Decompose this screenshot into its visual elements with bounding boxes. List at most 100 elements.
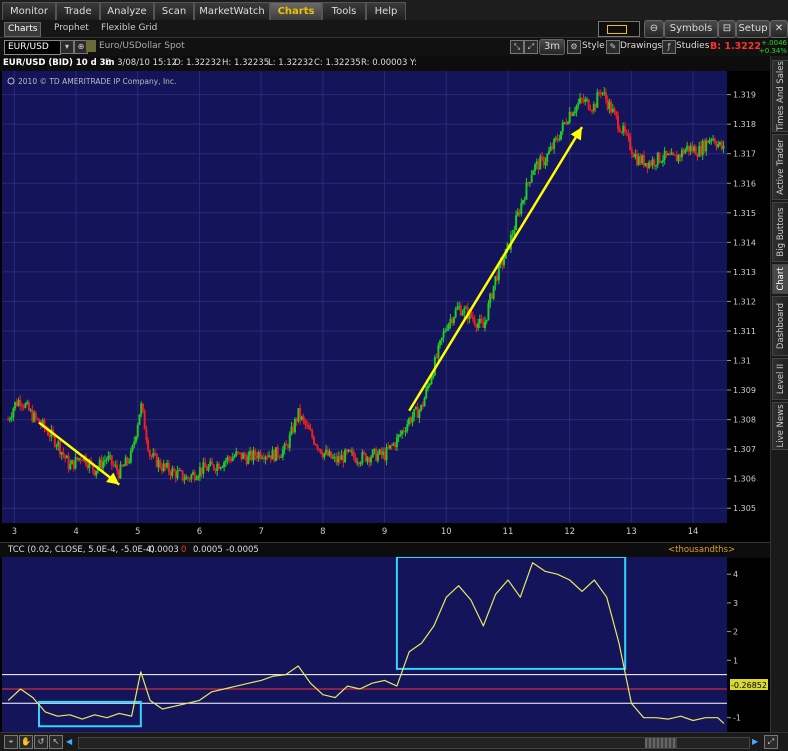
candle-body <box>421 404 424 407</box>
cursor-icon[interactable]: ↖ <box>49 735 63 749</box>
tab-active-trader[interactable]: Active Trader <box>772 134 788 200</box>
candle-body <box>606 99 609 109</box>
candle-body <box>280 456 283 458</box>
candle-body <box>701 140 704 156</box>
candle-body <box>449 318 452 324</box>
candle-body <box>625 132 628 134</box>
subtab-charts[interactable]: Charts <box>4 22 42 37</box>
close-icon[interactable]: ✕ <box>770 20 788 38</box>
candle-body <box>425 388 428 399</box>
candle-body <box>361 452 364 463</box>
menu-tab-analyze[interactable]: Analyze <box>100 2 154 20</box>
timeframe-button[interactable]: 3m <box>539 39 565 55</box>
pan-icon[interactable]: ✋ <box>19 735 33 749</box>
zoom-out-icon[interactable]: ⤡ <box>510 40 524 54</box>
horizontal-scrollbar[interactable] <box>78 737 750 749</box>
candle-body <box>240 452 243 460</box>
tab-big-buttons[interactable]: Big Buttons <box>772 202 788 262</box>
candle-body <box>573 111 576 114</box>
candle-body <box>451 318 454 324</box>
drawings-button[interactable]: Drawings <box>620 40 662 53</box>
price-chart[interactable]: 1.305 1.306 1.307 1.308 1.309 1.31 1.311 1.312 1… <box>0 71 770 541</box>
tab-level-ii[interactable]: Level II <box>772 358 788 400</box>
candle-body <box>663 150 666 160</box>
studies-icon[interactable]: ƒ <box>662 40 676 54</box>
candle-body <box>309 428 312 431</box>
candle-body <box>135 436 138 442</box>
indicator-value: -0.0003 <box>146 545 179 555</box>
candle-body <box>687 145 690 152</box>
candle-body <box>76 457 79 460</box>
bid-price: B: 1.3222 <box>710 41 762 52</box>
candle-body <box>109 455 112 457</box>
style-button[interactable]: Style <box>582 40 605 53</box>
scrollbar-thumb[interactable] <box>645 738 677 748</box>
candle-body <box>646 163 649 169</box>
candle-body <box>19 400 22 406</box>
tab-times-and-sales[interactable]: Times And Sales <box>772 60 788 132</box>
menu-tab-help[interactable]: Help <box>366 2 406 20</box>
indicator-plot-area <box>2 557 727 732</box>
candle-body <box>534 164 537 171</box>
menu-tab-marketwatch[interactable]: MarketWatch <box>194 2 270 20</box>
candle-body <box>705 140 708 152</box>
candle-body <box>461 313 464 316</box>
studies-button[interactable]: Studies <box>676 40 709 53</box>
candle-body <box>79 458 82 461</box>
candle-body <box>594 104 597 108</box>
candle-body <box>295 418 298 422</box>
print-icon[interactable]: ⊟ <box>718 20 736 38</box>
candle-body <box>345 449 348 452</box>
candle-body <box>292 426 295 433</box>
candle-body <box>471 316 474 320</box>
candle-body <box>383 451 386 461</box>
candle-body <box>644 163 647 166</box>
tab-chart[interactable]: Chart <box>772 264 788 294</box>
candle-body <box>630 149 633 154</box>
drawings-icon[interactable]: ✎ <box>606 40 620 54</box>
scroll-right-icon[interactable]: ▶ <box>752 737 758 746</box>
candle-body <box>522 200 525 204</box>
menu-tab-trade[interactable]: Trade <box>56 2 100 20</box>
candle-body <box>413 409 416 417</box>
menu-tab-monitor[interactable]: Monitor <box>2 2 56 20</box>
candle-body <box>503 258 506 266</box>
indicator-chart[interactable]: -1 1 2 3 4 -0.26852 <box>0 557 770 732</box>
candle-body <box>143 410 146 430</box>
menu-tab-scan[interactable]: Scan <box>154 2 194 20</box>
candle-body <box>554 137 557 139</box>
subtab-prophet[interactable]: Prophet <box>54 22 89 35</box>
link-icon[interactable]: ⊖ <box>644 20 664 38</box>
candle-body <box>59 441 61 455</box>
candle-body <box>72 460 75 469</box>
candle-body <box>283 443 286 450</box>
scroll-left-icon[interactable]: ◀ <box>66 737 72 746</box>
symbol-dropdown-icon[interactable]: ▾ <box>60 40 74 54</box>
reset-zoom-icon[interactable]: ↺ <box>34 735 48 749</box>
link-color-selector[interactable] <box>598 21 640 37</box>
expand-icon[interactable]: ⤢ <box>764 735 778 749</box>
menu-tab-tools[interactable]: Tools <box>322 2 366 20</box>
candle-body <box>162 463 165 471</box>
candle-body <box>212 464 215 470</box>
setup-button[interactable]: Setup <box>736 20 770 38</box>
candle-body <box>608 101 611 109</box>
tab-dashboard[interactable]: Dashboard <box>772 296 788 356</box>
zoom-in-icon[interactable]: ⤢ <box>524 40 538 54</box>
candle-body <box>610 101 613 113</box>
candle-body <box>592 104 595 111</box>
candle-body <box>394 443 397 448</box>
symbols-button[interactable]: Symbols <box>664 20 718 38</box>
tab-live-news[interactable]: Live News <box>772 402 788 450</box>
menu-tab-charts[interactable]: Charts <box>270 2 322 20</box>
candle-body <box>563 122 566 124</box>
crosshair-icon[interactable]: ⌖ <box>4 735 18 749</box>
style-icon[interactable]: ⚙ <box>567 40 581 54</box>
candle-body <box>145 429 148 440</box>
candle-body <box>216 463 219 471</box>
subtab-flexible-grid[interactable]: Flexible Grid <box>101 22 157 35</box>
candle-body <box>532 170 535 175</box>
symbol-flag-icon <box>86 40 96 52</box>
candle-body <box>515 215 518 230</box>
symbol-input[interactable]: EUR/USD <box>4 40 61 55</box>
